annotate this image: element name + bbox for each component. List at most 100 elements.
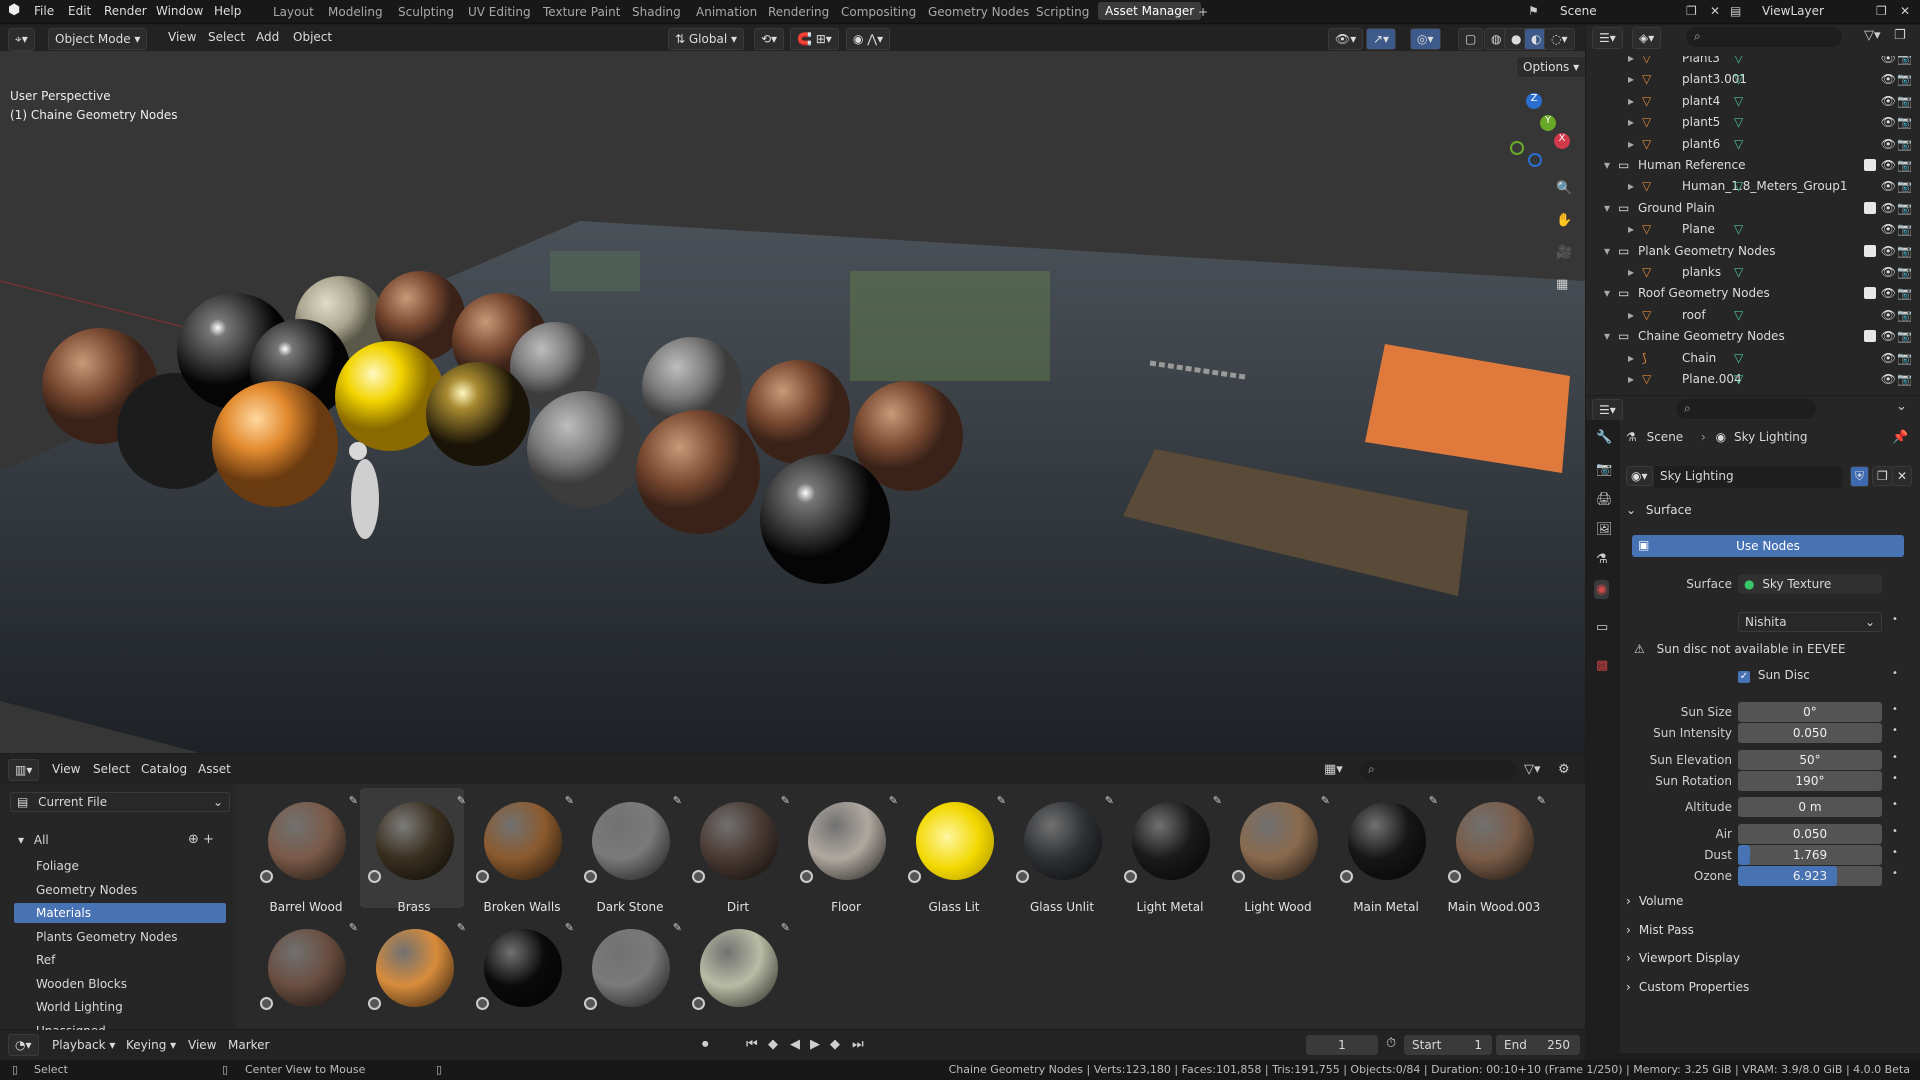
asset-tile[interactable]: ✎ (252, 915, 358, 1035)
outliner-object-row[interactable]: ▸ ▽ plant4 ▽ 👁 📷 (1586, 91, 1920, 112)
catalog-item[interactable]: Ref (14, 950, 226, 970)
display-mode-button[interactable]: ◈▾ (1632, 27, 1662, 49)
camera-icon[interactable]: 📷 (1897, 372, 1912, 386)
menu-file[interactable]: File (34, 4, 54, 18)
camera-icon[interactable]: 📷 (1897, 244, 1912, 258)
gizmo-neg-y[interactable] (1510, 141, 1524, 155)
play-reverse-icon[interactable]: ◀ (790, 1037, 800, 1052)
chevron-right-icon[interactable]: ▸ (1628, 308, 1634, 322)
tab-sculpting[interactable]: Sculpting (398, 5, 454, 19)
numeric-field[interactable]: 0.050 (1738, 824, 1882, 844)
editor-type-button[interactable]: ⌖▾ (8, 28, 35, 51)
camera-icon[interactable]: 📷 (1897, 115, 1912, 129)
chevron-right-icon[interactable]: ▸ (1628, 372, 1634, 386)
edit-icon[interactable]: ✎ (349, 921, 358, 934)
collapsed-panel-header[interactable]: › Viewport Display (1626, 951, 1908, 973)
edit-icon[interactable]: ✎ (997, 794, 1006, 807)
camera-icon[interactable]: 📷 (1897, 286, 1912, 300)
keyframe-dot-icon[interactable]: • (1892, 725, 1898, 736)
eye-icon[interactable]: 👁 (1881, 244, 1896, 258)
camera-icon[interactable]: 📷 (1897, 329, 1912, 343)
asset-menu-asset[interactable]: Asset (198, 762, 231, 776)
output-tab-icon[interactable]: 🖨 (1596, 492, 1613, 507)
asset-tile[interactable]: ✎ Barrel Wood (252, 788, 358, 914)
properties-search-input[interactable]: ⌕ (1676, 399, 1816, 419)
render-tab-icon[interactable]: 📷 (1596, 462, 1612, 477)
outliner-object-row[interactable]: ▸ ▽ Human_1.8_Meters_Group1 ▽ 👁 📷 (1586, 176, 1920, 197)
outliner-object-row[interactable]: ▸ ▽ Plant3 ▽ 👁 📷 (1586, 56, 1920, 69)
edit-icon[interactable]: ✎ (673, 794, 682, 807)
blender-logo-icon[interactable]: ⬢ (8, 2, 20, 18)
current-frame-field[interactable]: 1 (1306, 1035, 1378, 1055)
keyframe-dot-icon[interactable]: • (1892, 668, 1898, 679)
numeric-field[interactable]: 6.923 (1738, 866, 1882, 886)
jump-keyframe-forward-icon[interactable]: ◆ (830, 1037, 840, 1052)
catalog-item[interactable]: World Lighting (14, 997, 226, 1017)
asset-tile[interactable]: ✎ (360, 915, 466, 1035)
camera-icon[interactable]: 📷 (1897, 308, 1912, 322)
camera-icon[interactable]: 📷 (1897, 222, 1912, 236)
gizmo-y-axis[interactable]: Y (1540, 115, 1556, 131)
camera-icon[interactable]: 📷 (1897, 94, 1912, 108)
timeline-menu-view[interactable]: View (188, 1038, 216, 1052)
camera-icon[interactable]: 📷 (1897, 137, 1912, 151)
new-viewlayer-icon[interactable]: ❐ (1876, 4, 1887, 18)
numeric-field[interactable]: 0.050 (1738, 723, 1882, 743)
chevron-right-icon[interactable]: ▸ (1628, 94, 1634, 108)
3d-viewport[interactable]: User Perspective (1) Chaine Geometry Nod… (0, 51, 1585, 753)
viewlayer-selector[interactable]: ViewLayer (1762, 4, 1824, 18)
snap-icon[interactable]: 🧲 ⊞▾ (790, 28, 839, 50)
camera-icon[interactable]: 📷 (1897, 179, 1912, 193)
edit-icon[interactable]: ✎ (1429, 794, 1438, 807)
chevron-right-icon[interactable]: ▸ (1628, 137, 1634, 151)
chevron-right-icon[interactable]: ▸ (1628, 115, 1634, 129)
asset-tile[interactable]: ✎ (684, 915, 790, 1035)
tab-asset-manager[interactable]: Asset Manager (1098, 2, 1202, 20)
tab-geometry-nodes[interactable]: Geometry Nodes (928, 5, 1029, 19)
keyframe-dot-icon[interactable]: • (1892, 847, 1898, 858)
camera-icon[interactable]: 📷 (1897, 351, 1912, 365)
numeric-field[interactable]: 50° (1738, 750, 1882, 770)
duplicate-world-icon[interactable]: ❐ (1872, 466, 1893, 486)
edit-icon[interactable]: ✎ (673, 921, 682, 934)
camera-icon[interactable]: 📷 (1897, 265, 1912, 279)
start-frame-field[interactable]: Start 1 (1404, 1035, 1492, 1055)
tab-compositing[interactable]: Compositing (841, 5, 916, 19)
catalog-item[interactable]: Foliage (14, 856, 226, 876)
keyframe-dot-icon[interactable]: • (1892, 826, 1898, 837)
asset-tile[interactable]: ✎ Brass (360, 788, 466, 914)
options-dropdown[interactable]: Options ▾ (1516, 56, 1585, 78)
delete-viewlayer-icon[interactable]: ✕ (1900, 4, 1910, 18)
scene-tab-icon[interactable]: ⚗ (1596, 552, 1608, 567)
outliner-search-input[interactable]: ⌕ (1686, 27, 1842, 47)
asset-tile[interactable]: ✎ Floor (792, 788, 898, 914)
play-icon[interactable]: ▶ (810, 1037, 820, 1052)
ortho-grid-icon[interactable]: ▦ (1556, 277, 1568, 292)
settings-gear-icon[interactable]: ⚙ (1558, 762, 1570, 777)
camera-icon[interactable]: 📷 (1897, 72, 1912, 86)
world-tab-icon[interactable]: ◉ (1594, 580, 1610, 599)
texture-tab-icon[interactable]: ▩ (1596, 658, 1608, 673)
camera-icon[interactable]: 📷 (1897, 158, 1912, 172)
asset-search-input[interactable]: ⌕ (1360, 760, 1516, 780)
numeric-field[interactable]: 190° (1738, 771, 1882, 791)
chevron-down-icon[interactable]: ▾ (1604, 329, 1610, 343)
edit-icon[interactable]: ✎ (457, 794, 466, 807)
visibility-icon[interactable]: 👁▾ (1328, 28, 1364, 50)
eye-icon[interactable]: 👁 (1881, 56, 1896, 65)
keyframe-dot-icon[interactable]: • (1892, 752, 1898, 763)
use-nodes-button[interactable]: ▣ Use Nodes (1632, 535, 1904, 557)
outliner-object-row[interactable]: ▸ ▽ plant5 ▽ 👁 📷 (1586, 112, 1920, 133)
properties-editor-type-button[interactable]: ☰▾ (1592, 399, 1623, 421)
gizmo-z-axis[interactable]: Z (1526, 93, 1542, 109)
keyframe-dot-icon[interactable]: • (1892, 868, 1898, 879)
asset-tile[interactable]: ✎ Dark Stone (576, 788, 682, 914)
chevron-right-icon[interactable]: ▸ (1628, 265, 1634, 279)
pan-hand-icon[interactable]: ✋ (1556, 213, 1572, 228)
menu-render[interactable]: Render (104, 4, 147, 18)
menu-object[interactable]: Object (293, 30, 332, 44)
timeline-editor-type-button[interactable]: ◔▾ (8, 1034, 39, 1056)
catalog-item[interactable]: Wooden Blocks (14, 974, 226, 994)
pivot-icon[interactable]: ⟲▾ (754, 28, 785, 50)
overlay-toggle-icon[interactable]: ◎▾ (1410, 28, 1441, 50)
